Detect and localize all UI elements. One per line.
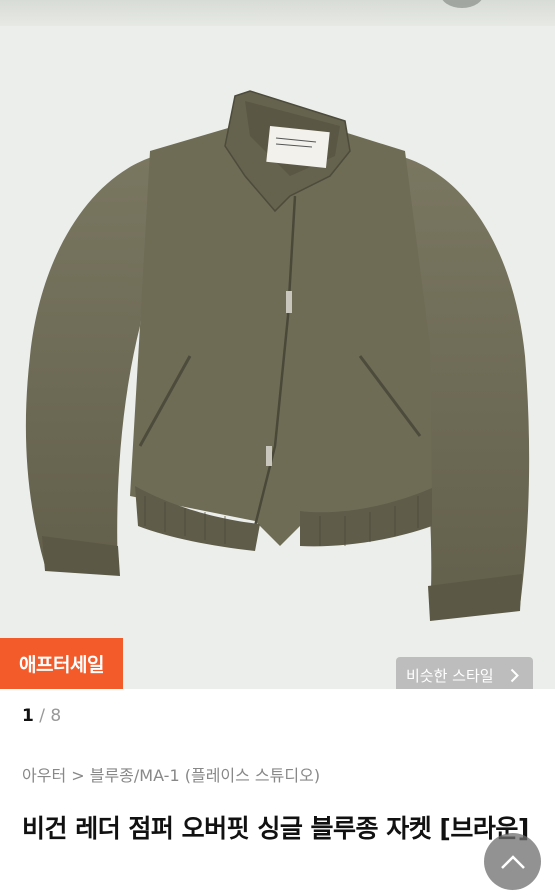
top-strip: [0, 0, 555, 26]
image-pager: 1 / 8: [22, 706, 61, 726]
similar-style-button[interactable]: 비슷한 스타일: [396, 657, 533, 689]
jacket-image: [25, 90, 530, 621]
product-title: 비건 레더 점퍼 오버핏 싱글 블루종 자켓 [브라운]: [22, 814, 529, 843]
after-sale-badge[interactable]: 애프터세일: [0, 638, 123, 689]
scroll-to-top-button[interactable]: [484, 833, 541, 890]
pager-separator: /: [33, 706, 51, 726]
similar-style-label: 비슷한 스타일: [406, 667, 494, 685]
pager-total: 8: [50, 706, 62, 726]
product-image-gallery[interactable]: 비슷한 스타일: [0, 26, 555, 689]
breadcrumb[interactable]: 아우터 > 블루종/MA-1 (플레이스 스튜디오): [22, 762, 320, 786]
arrow-up-icon: [500, 854, 525, 869]
top-overlay-circle: [440, 0, 484, 8]
chevron-right-icon: [510, 668, 519, 683]
partial-text-line: [22, 884, 532, 895]
pager-current: 1: [22, 706, 34, 726]
